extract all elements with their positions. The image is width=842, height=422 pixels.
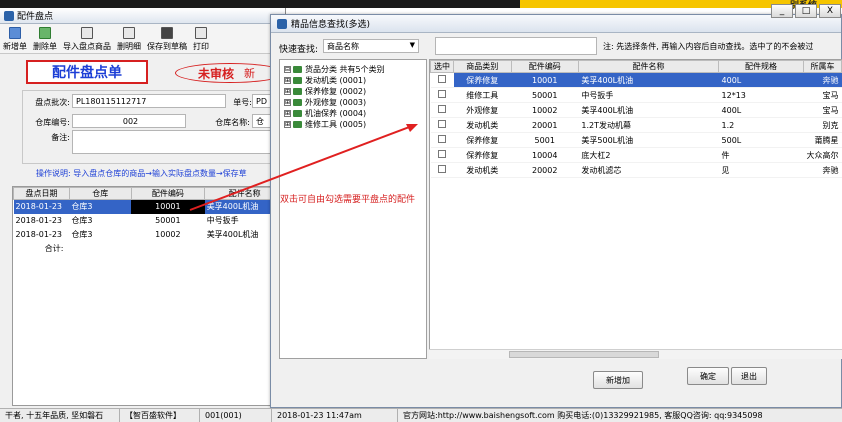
add-new-button[interactable]: 新增加 [593,371,643,389]
dialog-app-icon [277,18,287,29]
column-header[interactable]: 配件名称 [577,60,720,73]
dialog-title: 精品信息查找(多选) [291,20,371,30]
quick-search-label: 快速查找: [279,45,319,55]
folder-icon [293,66,302,73]
close-icon[interactable]: X [819,4,841,18]
table-row[interactable]: 2018-01-23 仓库3 10002 美孚400L机油 [14,228,285,242]
column-header[interactable]: 盘点日期 [13,187,70,200]
maximize-icon[interactable]: □ [795,4,817,18]
batch-field[interactable]: PL180115112717 [72,94,226,108]
doc-no-label: 单号: [233,98,252,107]
ok-button[interactable]: 确定 [687,367,729,385]
batch-label: 盘点批次: [35,98,70,107]
total-row: 合计: [44,244,64,253]
import-icon [81,27,93,39]
tree-node[interactable]: ⊞ 保养修复 (0002) [280,86,426,97]
remark-label: 备注: [51,133,70,142]
quick-search-select[interactable]: 商品名称 ▼ [323,39,419,53]
column-header[interactable]: 选中 [430,60,454,73]
print-icon [195,27,207,39]
tree-expander-icon[interactable]: ⊞ [284,88,291,95]
table-row[interactable]: 保养修复 10001 美孚400L机油 400L 奔驰 [430,72,842,88]
status-datetime: 2018-01-23 11:47am [272,409,398,422]
table-row[interactable]: 外观修复 10002 美孚400L机油 400L 宝马 [430,102,842,118]
status-new-text: 新 [244,67,256,80]
status-contact: 官方网站:http://www.baishengsoft.com 购买电话:(0… [403,411,763,420]
status-slogan: 干者, 十五年品质, 坚如磐石 [0,409,120,422]
table-row[interactable]: 保养修复 5001 美孚500L机油 500L 莆腾星 [430,132,842,148]
folder-icon [293,77,302,84]
main-toolbar: 新增单 删除单 导入盘点商品 删明细 保存到草稿 打印 [0,24,286,54]
tree-root[interactable]: ⊟ 货品分类 共有5个类别 [280,64,426,75]
status-text: 未审核 [198,66,235,81]
minimize-icon[interactable]: _ [771,4,793,18]
main-window-title: 配件盘点 [17,12,54,22]
chevron-down-icon: ▼ [409,41,415,49]
tree-expander-icon[interactable]: ⊞ [284,99,291,106]
save-icon [161,27,173,39]
annotation-text: 双击可自由勾选需要平盘点的配件 [280,195,416,205]
tree-expander-icon[interactable]: ⊟ [284,66,291,73]
column-header[interactable]: 配件编码 [510,60,579,73]
warehouse-no-field[interactable]: 002 [72,114,186,128]
folder-icon [293,99,302,106]
delete-detail-icon [123,27,135,39]
warehouse-no-label: 仓库编号: [35,118,70,127]
row-checkbox[interactable] [438,75,446,83]
dialog-titlebar: 精品信息查找(多选) [271,15,841,33]
status-company: 【智百盛软件】 [120,409,200,422]
search-hint: 注: 先选择条件, 再输入内容后自动查找。选中了的不会被过 [603,42,814,51]
form-title: 配件盘点单 [26,60,148,84]
table-row[interactable]: 保养修复 10004 底大杠2 件 大众高尔 [430,147,842,163]
column-header[interactable]: 仓库 [68,187,132,200]
status-badge: 未审核 新 [175,63,285,83]
column-header[interactable]: 商品类别 [453,60,512,73]
save-draft-button[interactable]: 保存到草稿 [144,24,190,54]
column-header[interactable]: 配件规格 [718,60,804,73]
print-button[interactable]: 打印 [190,24,212,54]
folder-icon [293,88,302,95]
column-header[interactable]: 所属车 [802,60,842,73]
tree-node[interactable]: ⊞ 外观修复 (0003) [280,97,426,108]
app-icon [4,10,14,21]
product-grid: 选中 商品类别 配件编码 配件名称 配件规格 所属车 保养修复 10001 美孚… [429,59,842,359]
table-row[interactable]: 维修工具 50001 中号扳手 12*13 宝马 [430,87,842,103]
delete-doc-button[interactable]: 删除单 [30,24,60,54]
main-window-titlebar: 配件盘点 [0,8,285,24]
tree-node[interactable]: ⊞ 发动机类 (0001) [280,75,426,86]
horizontal-scrollbar[interactable] [429,349,842,359]
import-items-button[interactable]: 导入盘点商品 [60,24,114,54]
delete-doc-icon [39,27,51,39]
table-row[interactable]: 发动机类 20002 发动机滤芯 见 奔驰 [430,162,842,178]
window-controls: _ □ X [771,4,841,18]
tree-expander-icon[interactable]: ⊞ [284,77,291,84]
new-doc-button[interactable]: 新增单 [0,24,30,54]
search-input[interactable] [435,37,597,55]
new-doc-icon [9,27,21,39]
table-row[interactable]: 发动机类 20001 1.2T发动机幕 1.2 别克 [430,117,842,133]
exit-button[interactable]: 退出 [731,367,767,385]
status-bar: 干者, 十五年品质, 坚如磐石 【智百盛软件】 001(001) 2018-01… [0,408,842,422]
scrollbar-thumb[interactable] [509,351,659,358]
delete-detail-button[interactable]: 删明细 [114,24,144,54]
product-grid-header: 选中 商品类别 配件编码 配件名称 配件规格 所属车 [430,60,842,73]
row-checkbox[interactable] [438,90,446,98]
status-user: 001(001) [200,409,272,422]
